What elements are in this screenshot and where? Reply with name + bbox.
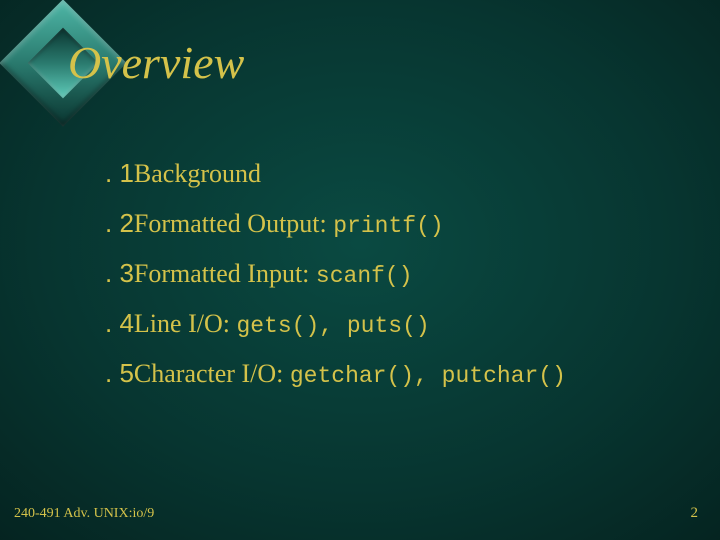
list-item: . 3Formatted Input: scanf() bbox=[105, 260, 680, 288]
list-item: . 5Character I/O: getchar(), putchar() bbox=[105, 360, 680, 388]
item-text: Background bbox=[134, 159, 261, 188]
overview-list: . 1Background . 2Formatted Output: print… bbox=[105, 160, 680, 410]
item-number: . 2 bbox=[105, 208, 134, 238]
item-number: . 3 bbox=[105, 258, 134, 288]
slide-number: 2 bbox=[691, 505, 699, 522]
item-number: . 5 bbox=[105, 358, 134, 388]
item-code: scanf() bbox=[316, 263, 413, 289]
list-item: . 4Line I/O: gets(), puts() bbox=[105, 310, 680, 338]
item-code: getchar(), putchar() bbox=[290, 363, 566, 389]
list-item: . 2Formatted Output: printf() bbox=[105, 210, 680, 238]
slide-title: Overview bbox=[68, 36, 244, 89]
list-item: . 1Background bbox=[105, 160, 680, 188]
item-code: gets(), puts() bbox=[236, 313, 429, 339]
item-text: Formatted Output: bbox=[134, 209, 333, 238]
item-text: Formatted Input: bbox=[134, 259, 316, 288]
item-number: . 1 bbox=[105, 158, 134, 188]
footer-course-info: 240-491 Adv. UNIX:io/9 bbox=[14, 506, 154, 522]
item-text: Line I/O: bbox=[134, 309, 237, 338]
item-text: Character I/O: bbox=[134, 359, 290, 388]
item-code: printf() bbox=[333, 213, 443, 239]
item-number: . 4 bbox=[105, 308, 134, 338]
